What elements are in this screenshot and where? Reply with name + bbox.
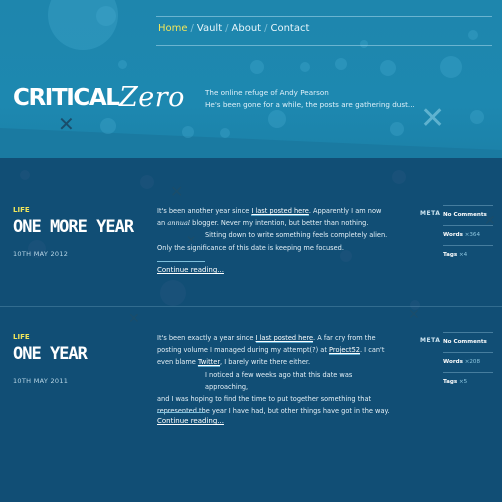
meta-comments[interactable]: No Comments: [443, 332, 493, 352]
tagline-line-1: The online refuge of Andy Pearson: [205, 88, 329, 97]
post-meta: No Comments Words ×208 Tags ×5: [443, 332, 493, 392]
continue-reading-link[interactable]: Continue reading...: [157, 417, 224, 425]
bubble-decoration: [96, 6, 116, 26]
cross-decoration: ✕: [420, 101, 446, 136]
bubble-decoration: [380, 60, 396, 76]
nav-contact-link[interactable]: Contact: [270, 23, 309, 34]
post-paragraph: Only the significance of this date is ke…: [157, 243, 344, 252]
bubble-decoration: [390, 122, 404, 136]
post-title[interactable]: ONE YEAR: [13, 344, 88, 364]
bubble-decoration: [268, 110, 286, 128]
meta-comments[interactable]: No Comments: [443, 205, 493, 225]
meta-tags[interactable]: Tags ×5: [443, 372, 493, 392]
post-date: 10TH MAY 2012: [13, 250, 69, 258]
meta-tags[interactable]: Tags ×4: [443, 245, 493, 265]
cross-decoration: ✕: [58, 112, 75, 136]
nav-separator: /: [225, 23, 229, 34]
post-link[interactable]: I last posted here: [251, 207, 309, 216]
post-paragraph: Sitting down to write something feels co…: [205, 231, 388, 240]
nav-separator: /: [264, 23, 268, 34]
post-title[interactable]: ONE MORE YEAR: [13, 217, 134, 237]
post-paragraph: It's been another year since I last post…: [157, 207, 382, 228]
tagline-line-2: He's been gone for a while, the posts ar…: [205, 100, 415, 109]
post-article: LIFE ONE MORE YEAR 10TH MAY 2012 It's be…: [0, 158, 502, 306]
continue-reading-link[interactable]: Continue reading...: [157, 266, 224, 274]
meta-label: META: [420, 210, 441, 217]
post-body: It's been another year since I last post…: [157, 205, 393, 254]
meta-words: Words ×364: [443, 225, 493, 245]
bubble-decoration: [220, 128, 230, 138]
post-category[interactable]: LIFE: [13, 333, 30, 341]
nav-home-link[interactable]: Home: [158, 23, 188, 34]
site-logo[interactable]: CRITICAL Zero: [13, 78, 198, 113]
bubble-decoration: [335, 58, 347, 70]
bubble-decoration: [470, 110, 484, 124]
meta-label: META: [420, 337, 441, 344]
page: ✕ ✕ ✕ ✕ ✕ ✕ ✕ Home / Vault / About / Contact C…: [0, 0, 502, 502]
main-nav: Home / Vault / About / Contact: [156, 16, 492, 46]
nav-vault-link[interactable]: Vault: [197, 23, 222, 34]
post-meta: No Comments Words ×364 Tags ×4: [443, 205, 493, 265]
meta-words: Words ×208: [443, 352, 493, 372]
bubble-decoration: [440, 56, 462, 78]
post-link[interactable]: I last posted here: [255, 334, 314, 343]
nav-separator: /: [190, 23, 194, 34]
svg-text:Zero: Zero: [118, 82, 185, 112]
bubble-decoration: [182, 126, 194, 138]
bubble-decoration: [250, 60, 264, 74]
project52-link[interactable]: Project52: [329, 346, 360, 356]
svg-text:CRITICAL: CRITICAL: [13, 85, 120, 111]
nav-about-link[interactable]: About: [232, 23, 262, 34]
post-paragraph: I noticed a few weeks ago that this date…: [205, 370, 353, 391]
post-paragraph: and I was hoping to find the time to put…: [157, 395, 390, 416]
site-tagline: The online refuge of Andy Pearson He's b…: [205, 87, 415, 111]
nav-items: Home / Vault / About / Contact: [158, 23, 309, 34]
post-paragraph: It's been exactly a year since I last po…: [157, 334, 385, 368]
twitter-link[interactable]: Twitter: [197, 358, 221, 368]
bubble-decoration: [118, 60, 127, 69]
bubble-decoration: [100, 118, 116, 134]
bubble-decoration: [300, 62, 310, 72]
post-body: It's been exactly a year since I last po…: [157, 332, 393, 417]
continue-divider: [157, 261, 205, 262]
post-category[interactable]: LIFE: [13, 206, 30, 214]
continue-divider: [157, 412, 205, 413]
post-article: LIFE ONE YEAR 10TH MAY 2011 It's been ex…: [0, 306, 502, 502]
post-date: 10TH MAY 2011: [13, 377, 69, 385]
logo-wordmark: CRITICAL Zero: [13, 82, 185, 113]
